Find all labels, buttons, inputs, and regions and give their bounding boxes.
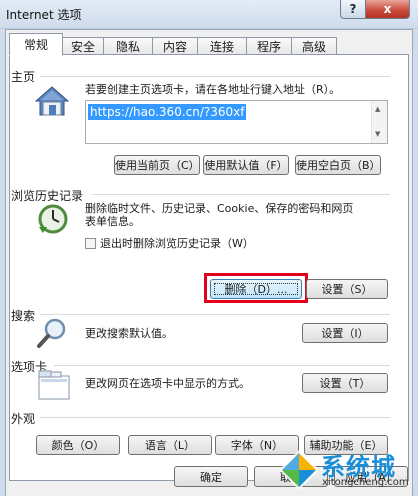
- search-divider: [40, 314, 390, 315]
- tab-general[interactable]: 常规: [9, 33, 63, 56]
- delete-on-exit-label: 退出时删除浏览历史记录（W）: [100, 237, 254, 250]
- use-default-button[interactable]: 使用默认值（F）: [203, 155, 289, 175]
- history-divider: [92, 194, 390, 195]
- tab-content[interactable]: 内容: [152, 37, 198, 55]
- history-description-1: 删除临时文件、历史记录、Cookie、保存的密码和网页: [85, 202, 354, 215]
- history-section-label: 浏览历史记录: [11, 189, 84, 203]
- home-url-scrollbar[interactable]: ▲ ▼: [371, 101, 387, 143]
- home-description: 若要创建主页选项卡，请在各地址行键入地址（R）。: [85, 83, 341, 96]
- home-url-text: https://hao.360.cn/?360xf: [88, 104, 247, 120]
- tabs-divider: [54, 365, 390, 366]
- home-url-input[interactable]: https://hao.360.cn/?360xf ▲ ▼: [85, 100, 388, 144]
- close-icon: x: [383, 2, 392, 16]
- appearance-divider: [40, 417, 390, 418]
- tabs-settings-button[interactable]: 设置（T）: [302, 373, 388, 393]
- tab-privacy[interactable]: 隐私: [103, 37, 153, 55]
- languages-button[interactable]: 语言（L）: [128, 435, 212, 455]
- scroll-down-icon[interactable]: ▼: [375, 130, 380, 138]
- tab-strip: 常规 安全 隐私 内容 连接 程序 高级: [9, 33, 337, 56]
- history-description-2: 表单信息。: [85, 215, 140, 228]
- search-icon: [37, 318, 66, 348]
- ok-button[interactable]: 确定: [174, 466, 248, 487]
- help-icon: ?: [349, 2, 357, 16]
- watermark: 系统城 xitongcheng.com: [276, 447, 418, 495]
- tab-security[interactable]: 安全: [62, 37, 104, 55]
- history-settings-button[interactable]: 设置（S）: [306, 279, 388, 299]
- search-settings-button[interactable]: 设置（I）: [302, 323, 388, 343]
- use-current-button[interactable]: 使用当前页（C）: [114, 155, 200, 175]
- tabbed-window-icon: [38, 370, 70, 400]
- use-blank-button[interactable]: 使用空白页（B）: [295, 155, 381, 175]
- help-button[interactable]: ?: [340, 0, 366, 19]
- home-icon: [35, 86, 69, 116]
- general-tab-panel: 主页 若要创建主页选项卡，请在各地址行键入地址（R）。 https://hao.…: [9, 54, 409, 481]
- colors-button[interactable]: 颜色（O）: [36, 435, 120, 455]
- home-divider: [40, 76, 390, 77]
- watermark-logo-icon: [279, 450, 319, 490]
- watermark-url: xitongcheng.com: [322, 477, 409, 488]
- tab-programs[interactable]: 程序: [246, 37, 292, 55]
- appearance-section-label: 外观: [11, 412, 36, 426]
- tabs-description: 更改网页在选项卡中显示的方式。: [85, 377, 250, 390]
- dialog-body: 常规 安全 隐私 内容 连接 程序 高级 主页 若要创建主页选项卡，请在各地址行…: [5, 29, 413, 496]
- highlight-annotation: [204, 273, 308, 303]
- home-section-label: 主页: [11, 70, 36, 84]
- tab-connections[interactable]: 连接: [197, 37, 247, 55]
- scroll-up-icon[interactable]: ▲: [375, 105, 380, 113]
- history-clock-icon: [38, 204, 68, 234]
- search-section-label: 搜索: [11, 309, 36, 323]
- title-bar: Internet 选项 ? x: [0, 0, 418, 29]
- delete-on-exit-checkbox[interactable]: [85, 238, 96, 249]
- window-title: Internet 选项: [6, 8, 82, 22]
- search-description: 更改搜索默认值。: [85, 327, 173, 340]
- close-button[interactable]: x: [365, 0, 410, 19]
- tab-advanced[interactable]: 高级: [291, 37, 337, 55]
